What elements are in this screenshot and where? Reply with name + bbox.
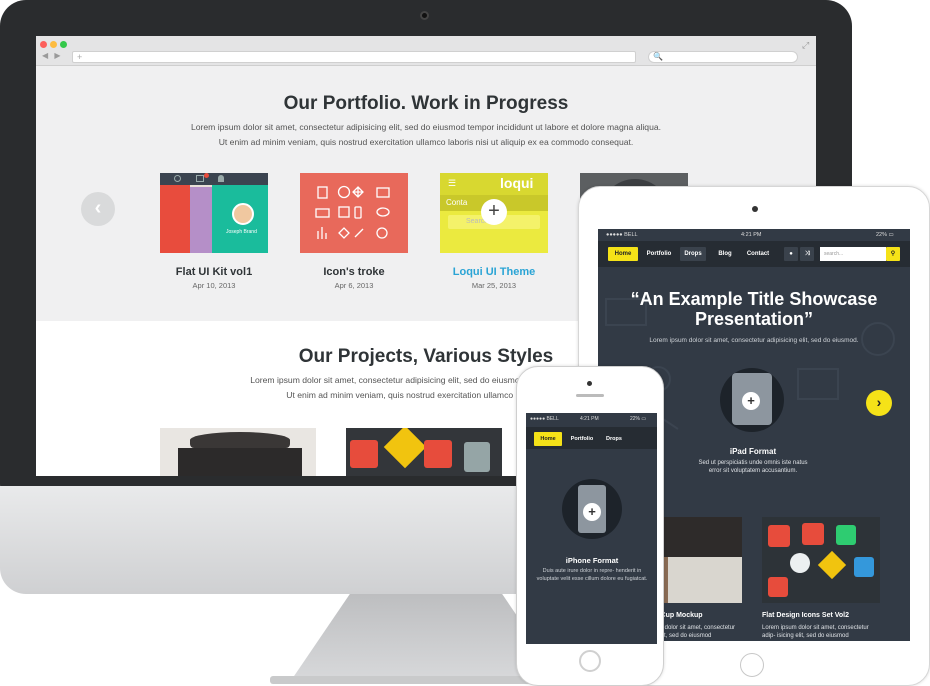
ipad-format-text: Sed ut perspiciatis unde omnis iste natu… xyxy=(698,460,808,474)
avatar-name: Joseph Brand xyxy=(226,229,257,235)
nav-blog[interactable]: Blog xyxy=(712,247,738,261)
status-carrier: ●●●●● BELL xyxy=(606,232,638,238)
ipad-search-input[interactable]: search... xyxy=(820,247,886,261)
cup-lid xyxy=(658,517,742,557)
iphone-camera xyxy=(587,381,592,386)
imac-camera xyxy=(420,11,429,20)
thumb-photo xyxy=(190,187,212,253)
loqui-logo: loqui xyxy=(500,175,534,191)
flat-icon xyxy=(802,523,824,545)
portfolio-text-line1: Lorem ipsum dolor sit amet, consectetur … xyxy=(190,122,662,132)
status-carrier: ●●●●● BELL xyxy=(530,416,559,422)
browser-search-field[interactable]: 🔍 xyxy=(648,51,798,63)
nav-contact[interactable]: Contact xyxy=(744,247,772,261)
ipad-headline: “An Example Title Showcase Presentation” xyxy=(630,289,878,329)
minimize-dot[interactable] xyxy=(50,41,57,48)
portfolio-item-title[interactable]: Loqui UI Theme xyxy=(424,266,564,278)
flat-icons-caption[interactable]: Flat Design Icons Set Vol2 xyxy=(762,612,849,619)
flat-icon xyxy=(424,440,452,468)
portfolio-text-line2: Ut enim ad minim veniam, quis nostrud ex… xyxy=(218,137,634,147)
ipad-subtitle: Lorem ipsum dolor sit amet, consectetur … xyxy=(649,337,859,344)
cup-lid xyxy=(190,432,290,448)
notification-badge xyxy=(204,173,209,178)
portfolio-item-title[interactable]: Icon's troke xyxy=(284,266,424,278)
status-battery: 22% ▭ xyxy=(876,232,894,238)
flat-icon xyxy=(854,557,874,577)
avatar xyxy=(232,203,254,225)
flat-icon xyxy=(790,553,810,573)
portfolio-thumb-flat-ui[interactable]: Joseph Brand xyxy=(160,173,268,253)
iphone-format-title: iPhone Format xyxy=(565,556,619,565)
ipad-format-title: iPad Format xyxy=(729,447,777,456)
carousel-prev-button[interactable]: ‹ xyxy=(81,192,115,226)
thumb-teal-panel: Joseph Brand xyxy=(212,185,268,253)
ipad-camera xyxy=(752,206,758,212)
ipad-home-button[interactable] xyxy=(740,653,764,677)
mail-icon xyxy=(196,175,204,182)
expand-icon[interactable]: ⤢ xyxy=(802,40,809,51)
cup-body xyxy=(178,448,302,476)
user-icon[interactable]: ● xyxy=(784,247,798,261)
close-dot[interactable] xyxy=(40,41,47,48)
plus-icon[interactable]: + xyxy=(481,199,507,225)
iphone-speaker xyxy=(576,394,604,397)
plus-icon[interactable]: + xyxy=(583,503,601,521)
iphone-navbar: Home Portfolio Drops xyxy=(526,427,657,449)
portfolio-item-date: Apr 10, 2013 xyxy=(192,281,236,290)
project-icons-image[interactable] xyxy=(346,428,502,476)
flat-icon xyxy=(383,428,427,469)
portfolio-title: Our Portfolio. Work in Progress xyxy=(283,93,569,114)
user-icon xyxy=(174,175,181,182)
portfolio-thumb-loqui[interactable]: ☰ loqui Conta Search + xyxy=(440,173,548,253)
portfolio-thumb-icon-stroke[interactable] xyxy=(300,173,408,253)
nav-home[interactable]: Home xyxy=(534,432,562,446)
flat-icons-text: Lorem ipsum dolor sit amet, consectetur … xyxy=(762,625,869,639)
nav-drops[interactable]: Drops xyxy=(680,247,706,261)
nav-home[interactable]: Home xyxy=(608,247,638,261)
status-battery: 22% ▭ xyxy=(630,416,647,422)
portfolio-item-date: Mar 25, 2013 xyxy=(471,281,517,290)
cup-mockup-text: m dolor sit amet, consectetur elit, sed … xyxy=(658,625,736,639)
plus-icon[interactable]: + xyxy=(742,392,760,410)
icon-grid-icon xyxy=(315,185,390,239)
nav-portfolio[interactable]: Portfolio xyxy=(644,247,674,261)
iphone-home-button[interactable] xyxy=(579,650,601,672)
nav-drops[interactable]: Drops xyxy=(602,432,626,446)
browser-toolbar: ◀ ▶ + 🔍 ⤢ xyxy=(36,36,816,66)
loqui-tab-contacts: Conta xyxy=(446,198,468,207)
status-time: 4:21 PM xyxy=(741,232,762,238)
shuffle-icon[interactable]: ⤨ xyxy=(800,247,814,261)
project-cup-image[interactable] xyxy=(160,428,316,476)
flat-icon xyxy=(817,550,847,580)
iphone-format-text: Duis aute irure dolor in repre- henderit… xyxy=(536,568,648,582)
flat-icon xyxy=(836,525,856,545)
portfolio-item-date: Apr 6, 2013 xyxy=(334,281,374,290)
cup-sleeve xyxy=(668,557,742,603)
status-time: 4:21 PM xyxy=(580,416,599,422)
search-icon[interactable]: ⚲ xyxy=(886,247,900,261)
flat-icon xyxy=(350,440,378,468)
flat-icon xyxy=(768,525,790,547)
thumb-red-panel xyxy=(160,185,190,253)
ipad-navbar: Home Portfolio Drops Blog Contact ● ⤨ se… xyxy=(598,241,910,267)
nav-portfolio[interactable]: Portfolio xyxy=(566,432,598,446)
menu-icon: ☰ xyxy=(448,178,457,188)
iphone-screen: ●●●●● BELL 4:21 PM 22% ▭ Home Portfolio … xyxy=(526,413,657,644)
nav-arrows-icon[interactable]: ◀ ▶ xyxy=(42,51,63,60)
flat-icon xyxy=(768,577,788,597)
maximize-dot[interactable] xyxy=(60,41,67,48)
person-icon xyxy=(218,175,224,182)
portfolio-item-title[interactable]: Flat UI Kit vol1 xyxy=(144,266,284,278)
thumb-topbar xyxy=(160,173,268,185)
flat-icons-image[interactable] xyxy=(762,517,880,603)
flat-icon xyxy=(464,442,490,472)
loqui-header: ☰ loqui xyxy=(440,173,548,195)
next-button[interactable]: › xyxy=(866,390,892,416)
address-bar[interactable]: + xyxy=(72,51,636,63)
